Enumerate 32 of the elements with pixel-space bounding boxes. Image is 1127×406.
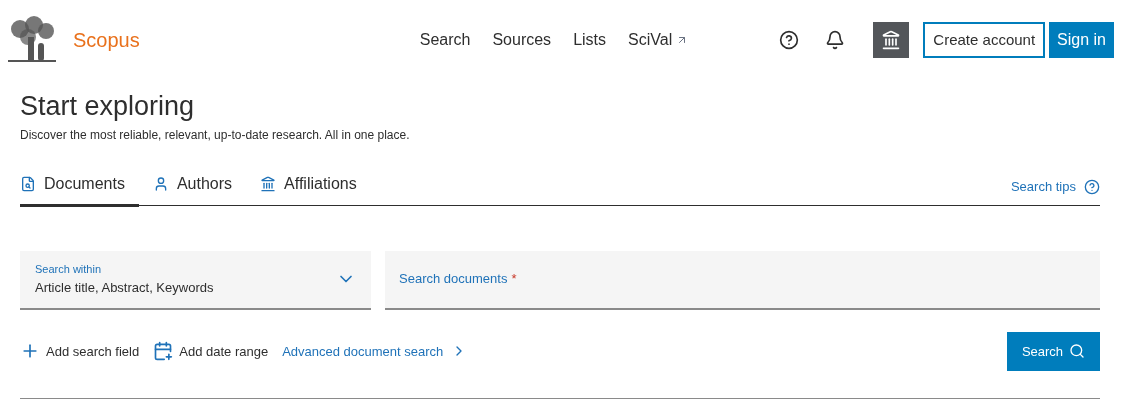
search-tab[interactable]: Documents: [20, 171, 139, 207]
page-title: Start exploring: [20, 90, 196, 123]
search-icon: [1069, 343, 1086, 360]
add-date-range-button[interactable]: Add date range: [153, 341, 269, 362]
search-documents-field[interactable]: Search documents *: [385, 250, 1100, 310]
nav-link[interactable]: Lists: [573, 28, 607, 52]
help-icon: [1084, 179, 1100, 195]
create-account-button[interactable]: Create account: [923, 22, 1046, 58]
search-button[interactable]: Search: [1007, 331, 1100, 371]
calendar-plus-icon: [153, 341, 174, 362]
institution-button[interactable]: [873, 22, 910, 58]
search-tips-link[interactable]: Search tips: [1010, 177, 1100, 205]
dropdown-value: Article title, Abstract, Keywords: [35, 278, 214, 297]
notification-icon[interactable]: [825, 30, 846, 50]
search-tab[interactable]: Authors: [138, 171, 247, 205]
search-within-dropdown[interactable]: Search within Article title, Abstract, Keywords: [20, 250, 371, 310]
sign-in-button[interactable]: Sign in: [1049, 22, 1114, 58]
nav-link[interactable]: Search: [419, 28, 471, 52]
required-mark: *: [511, 270, 517, 286]
advanced-search-link[interactable]: Advanced document search: [282, 341, 468, 361]
building-icon: [260, 176, 277, 193]
tree-logo: [6, 15, 56, 65]
page-subtitle: Discover the most reliable, relevant, up-to-date research. All in one place.: [20, 126, 411, 144]
help-icon[interactable]: [779, 30, 800, 50]
search-tab[interactable]: Affiliations: [246, 171, 371, 205]
add-search-field-button[interactable]: Add search field: [20, 341, 140, 362]
dropdown-label: Search within: [35, 262, 103, 278]
nav-link[interactable]: Sources: [492, 28, 552, 52]
nav-link[interactable]: SciVal: [628, 28, 673, 52]
field-placeholder: Search documents: [399, 270, 508, 286]
document-search-icon: [20, 175, 36, 192]
institution-icon: [881, 30, 902, 50]
